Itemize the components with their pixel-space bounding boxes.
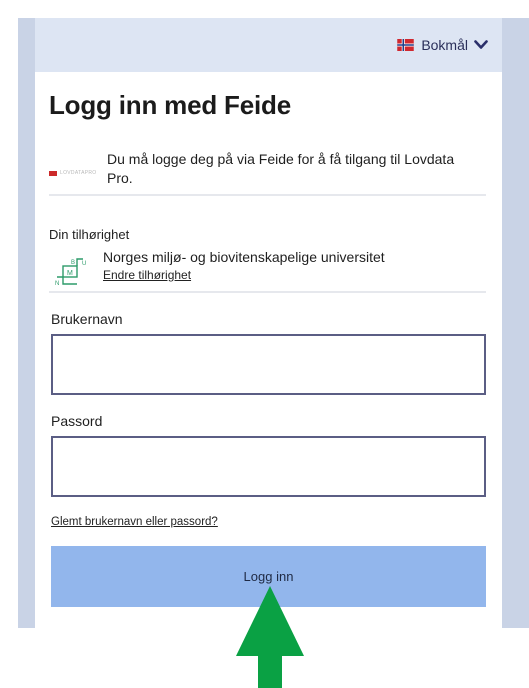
username-input[interactable]: [51, 334, 486, 395]
org-name: Norges miljø- og biovitenskapelige unive…: [103, 249, 385, 265]
change-affiliation-link[interactable]: Endre tilhørighet: [103, 268, 191, 282]
username-label: Brukernavn: [51, 311, 123, 327]
svg-text:M: M: [67, 270, 73, 277]
page-title: Logg inn med Feide: [49, 90, 291, 120]
svg-text:U: U: [82, 261, 86, 267]
language-selector[interactable]: Bokmål: [396, 37, 488, 53]
login-card: Bokmål Logg inn med Feide LOVDATAPRO Du …: [35, 18, 502, 628]
norway-flag-icon: [397, 39, 415, 51]
divider: [49, 291, 486, 293]
password-label: Passord: [51, 413, 103, 429]
top-bar: Bokmål: [35, 18, 502, 72]
affiliation-org: M N B U Norges miljø- og biovitenskapeli…: [53, 248, 385, 288]
language-label: Bokmål: [421, 37, 468, 53]
green-up-arrow-icon: [236, 586, 304, 688]
affiliation-label: Din tilhørighet: [49, 227, 130, 242]
svg-text:B: B: [71, 260, 75, 266]
service-info: LOVDATAPRO Du må logge deg på via Feide …: [49, 150, 489, 188]
password-input[interactable]: [51, 436, 486, 497]
nmbu-logo-icon: M N B U: [55, 258, 86, 287]
lovdata-logo: LOVDATAPRO: [49, 158, 107, 188]
divider: [49, 194, 486, 196]
login-button-label: Logg inn: [243, 569, 294, 584]
chevron-down-icon: [474, 40, 488, 49]
forgot-credentials-link[interactable]: Glemt brukernavn eller passord?: [51, 516, 218, 528]
intro-message: Du må logge deg på via Feide for å få ti…: [107, 151, 455, 186]
svg-text:N: N: [55, 281, 59, 287]
